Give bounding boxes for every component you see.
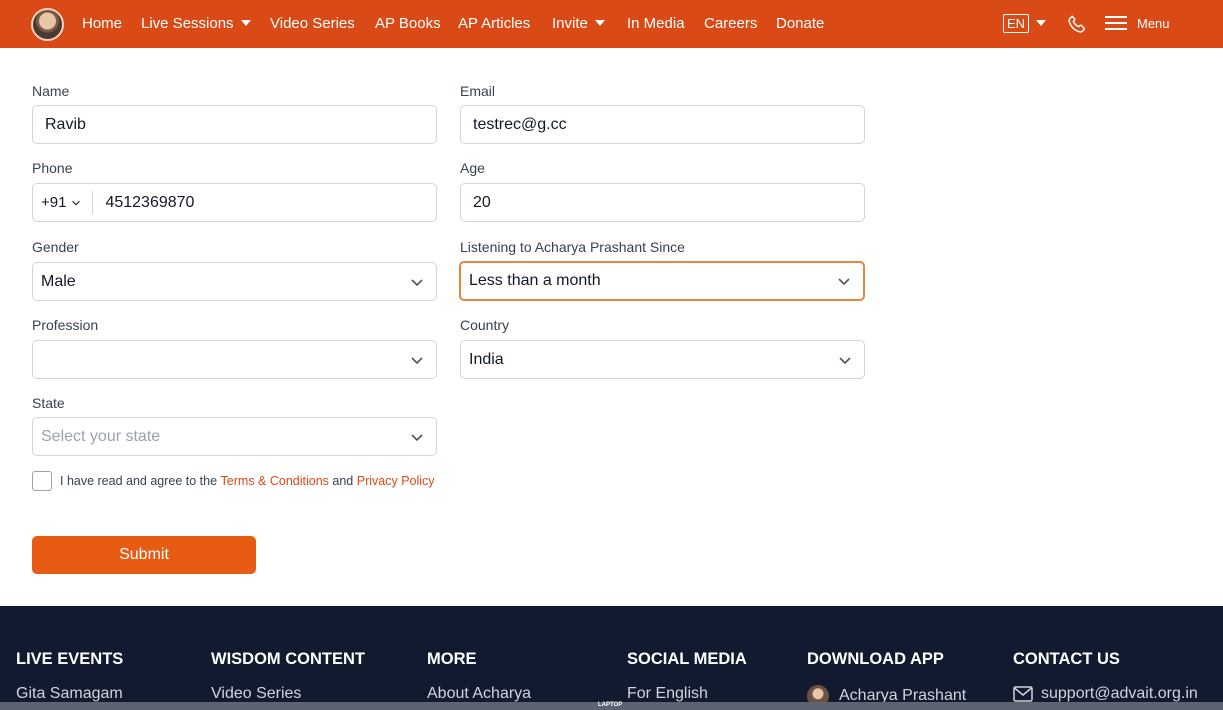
state-placeholder: Select your state: [41, 427, 161, 445]
footer: LIVE EVENTS WISDOM CONTENT MORE SOCIAL M…: [0, 606, 1223, 710]
chevron-down-icon: [411, 278, 423, 286]
mail-icon: [1013, 686, 1033, 702]
nav-ap-books[interactable]: AP Books: [375, 15, 441, 32]
chevron-down-icon: [72, 200, 81, 206]
footer-heading-download-app: DOWNLOAD APP: [807, 650, 944, 668]
nav-live-sessions[interactable]: Live Sessions: [141, 15, 251, 32]
gender-label: Gender: [32, 239, 79, 255]
listening-value: Less than a month: [469, 272, 601, 289]
caret-down-icon: [1036, 19, 1047, 26]
menu-button[interactable]: Menu: [1105, 14, 1170, 32]
agree-and: and: [332, 474, 354, 488]
nav-live-sessions-label: Live Sessions: [141, 15, 234, 32]
caret-down-icon: [240, 20, 251, 27]
country-value: India: [469, 350, 504, 368]
footer-heading-wisdom-content: WISDOM CONTENT: [211, 650, 365, 668]
agree-prefix: I have read and agree to the: [60, 474, 218, 488]
name-value: Ravib: [45, 115, 86, 133]
footer-heading-social-media: SOCIAL MEDIA: [627, 650, 747, 668]
country-label: Country: [460, 317, 510, 333]
nav-video-series[interactable]: Video Series: [270, 15, 355, 32]
terms-agreement: I have read and agree to the Terms & Con…: [32, 471, 435, 491]
country-code-dropdown[interactable]: +91: [41, 191, 94, 214]
footer-link-video-series[interactable]: Video Series: [211, 685, 301, 703]
nav-ap-articles[interactable]: AP Articles: [458, 15, 530, 32]
language-selector[interactable]: EN: [1003, 14, 1047, 33]
footer-link-for-english[interactable]: For English: [627, 685, 708, 703]
age-value: 20: [473, 193, 491, 211]
footer-link-about-acharya[interactable]: About Acharya: [427, 685, 531, 703]
logo-avatar[interactable]: [31, 8, 64, 41]
age-input[interactable]: 20: [460, 183, 865, 222]
phone-field: +91 4512369870: [32, 183, 437, 222]
email-label: Email: [460, 83, 496, 99]
phone-icon[interactable]: [1066, 13, 1088, 35]
device-tag: LAPTOP: [598, 702, 623, 708]
chevron-down-icon: [411, 356, 423, 364]
phone-label: Phone: [32, 160, 73, 176]
agree-checkbox[interactable]: [32, 471, 52, 491]
listening-label: Listening to Acharya Prashant Since: [460, 239, 685, 255]
email-value: testrec@g.cc: [473, 115, 567, 133]
language-code: EN: [1003, 14, 1030, 33]
nav-home[interactable]: Home: [82, 15, 122, 32]
state-label: State: [32, 395, 65, 411]
state-select[interactable]: Select your state: [32, 417, 437, 456]
menu-label: Menu: [1137, 15, 1170, 31]
hamburger-icon: [1105, 16, 1127, 30]
submit-button[interactable]: Submit: [32, 536, 256, 574]
footer-heading-more: MORE: [427, 650, 477, 668]
name-label: Name: [32, 83, 70, 99]
chevron-down-icon: [411, 433, 423, 441]
chevron-down-icon: [838, 278, 850, 286]
email-input[interactable]: testrec@g.cc: [460, 105, 865, 144]
listening-since-select[interactable]: Less than a month: [459, 261, 865, 301]
chevron-down-icon: [839, 356, 851, 364]
gender-value: Male: [41, 272, 76, 290]
profession-label: Profession: [32, 317, 99, 333]
nav-invite-label: Invite: [552, 15, 588, 32]
footer-link-gita-samagam[interactable]: Gita Samagam: [16, 685, 123, 703]
nav-donate[interactable]: Donate: [776, 15, 824, 32]
footer-email-label: support@advait.org.in: [1041, 685, 1198, 702]
nav-in-media[interactable]: In Media: [627, 15, 685, 32]
profession-select[interactable]: [32, 340, 437, 379]
nav-invite[interactable]: Invite: [552, 15, 605, 32]
name-input[interactable]: Ravib: [32, 105, 437, 144]
privacy-link[interactable]: Privacy Policy: [357, 474, 435, 488]
country-select[interactable]: India: [460, 340, 865, 379]
country-code-value: +91: [41, 194, 67, 211]
age-label: Age: [460, 160, 485, 176]
top-navbar: Home Live Sessions Video Series AP Books…: [0, 0, 1223, 48]
phone-input[interactable]: 4512369870: [93, 194, 194, 212]
caret-down-icon: [594, 20, 605, 27]
footer-link-email[interactable]: support@advait.org.in: [1013, 685, 1198, 703]
nav-careers[interactable]: Careers: [704, 15, 757, 32]
terms-link[interactable]: Terms & Conditions: [221, 474, 329, 488]
footer-heading-live-events: LIVE EVENTS: [16, 650, 124, 668]
gender-select[interactable]: Male: [32, 262, 437, 301]
footer-heading-contact-us: CONTACT US: [1013, 650, 1120, 668]
